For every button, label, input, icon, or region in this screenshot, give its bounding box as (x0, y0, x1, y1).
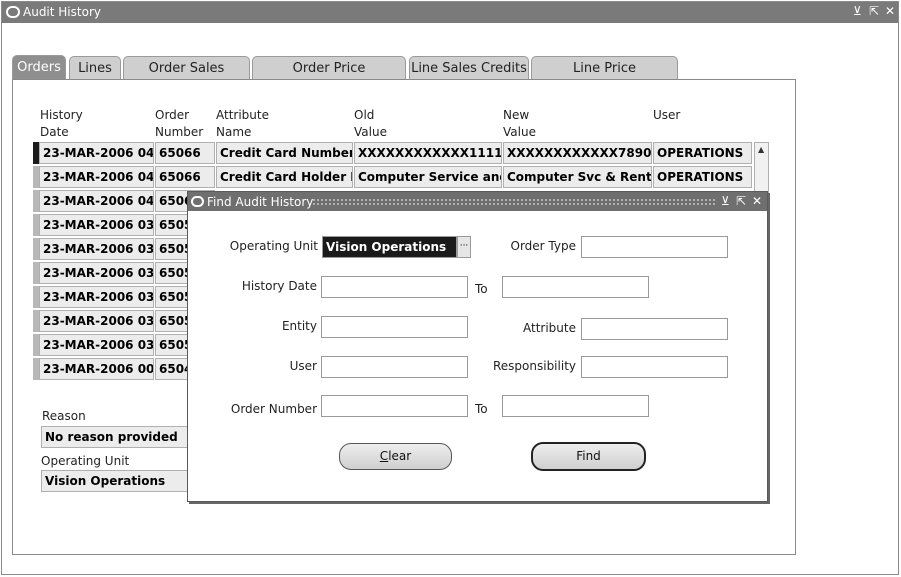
user-cell[interactable]: OPERATIONS (653, 142, 752, 164)
find-audit-history-dialog: Find Audit History ⊻ ⇱ ✕ Operating Unit … (187, 191, 768, 502)
history-date-cell[interactable]: 23-MAR-2006 04:2( (39, 142, 154, 164)
entity-field-label: Entity (281, 319, 317, 333)
col-header-history-date: History Date (40, 108, 83, 139)
attribute-field-label: Attribute (523, 321, 576, 335)
operating-unit-lov-button[interactable]: ··· (457, 236, 471, 258)
operating-unit-label: Operating Unit (41, 454, 130, 468)
attribute-name-cell[interactable]: Credit Card Holder N: (216, 166, 353, 188)
old-value-cell[interactable]: Computer Service and (354, 166, 502, 188)
history-date-to-field[interactable] (502, 276, 649, 298)
detail-area-divider (219, 502, 769, 504)
operating-unit-field-label: Operating Unit (229, 239, 318, 253)
col-header-attribute-name: Attribute Name (216, 108, 269, 139)
user-field[interactable] (321, 356, 468, 378)
responsibility-field-label: Responsibility (492, 359, 576, 373)
oracle-logo-icon (6, 6, 20, 18)
tab-line-price-adjustments[interactable]: Line Price Adjustments (531, 56, 678, 99)
col-header-order-number: Order Number (155, 108, 204, 139)
old-value-cell[interactable]: XXXXXXXXXXXX1111 (354, 142, 502, 164)
maximize-icon[interactable]: ⇱ (869, 4, 879, 18)
col-header-old-value: Old Value (354, 108, 387, 139)
history-date-cell[interactable]: 23-MAR-2006 03:4: (39, 262, 154, 284)
window-title: Audit History (23, 5, 101, 19)
dialog-title: Find Audit History (207, 195, 314, 209)
order-number-from-field[interactable] (321, 395, 468, 417)
find-button[interactable]: Find (531, 442, 646, 471)
tab-line-sales-credits[interactable]: Line Sales Credits (409, 56, 529, 80)
order-number-to-label: To (475, 402, 488, 416)
history-date-to-label: To (475, 282, 488, 296)
history-date-cell[interactable]: 23-MAR-2006 03:4 (39, 214, 154, 236)
window-titlebar[interactable]: Audit History ⊻ ⇱ ✕ (2, 2, 898, 23)
tab-lines[interactable]: Lines (69, 56, 121, 80)
history-date-from-field[interactable] (321, 276, 468, 298)
col-header-user: User (653, 108, 681, 122)
tab-order-price-adjustments[interactable]: Order Price Adjustments (252, 56, 406, 99)
history-date-cell[interactable]: 23-MAR-2006 04:2( (39, 190, 154, 212)
entity-field[interactable] (321, 316, 468, 338)
dialog-close-icon[interactable]: ✕ (752, 194, 762, 208)
attribute-name-cell[interactable]: Credit Card Number (216, 142, 353, 164)
responsibility-field[interactable] (581, 356, 728, 378)
titlebar-grip (312, 198, 717, 206)
scroll-up-arrow-icon[interactable]: ▲ (758, 145, 764, 154)
new-value-cell[interactable]: Computer Svc & Rental (503, 166, 652, 188)
col-header-new-value: New Value (503, 108, 536, 139)
oracle-logo-icon (191, 196, 204, 207)
user-field-label: User (289, 359, 317, 373)
user-cell[interactable]: OPERATIONS (653, 166, 752, 188)
history-date-cell[interactable]: 23-MAR-2006 03:4: (39, 310, 154, 332)
order-type-field[interactable] (581, 236, 728, 258)
history-date-field-label: History Date (241, 279, 317, 293)
minimize-icon[interactable]: ⊻ (853, 4, 862, 18)
history-date-cell[interactable]: 23-MAR-2006 00:4( (39, 358, 154, 380)
tab-order-sales-credits[interactable]: Order Sales Credits (123, 56, 250, 99)
dialog-minimize-icon[interactable]: ⊻ (721, 194, 730, 208)
order-number-cell[interactable]: 65066 (155, 166, 215, 188)
reason-label: Reason (42, 409, 86, 423)
order-type-field-label: Order Type (510, 239, 576, 253)
operating-unit-field[interactable]: Vision Operations (322, 236, 457, 258)
order-number-field-label: Order Number (230, 402, 317, 416)
operating-unit-value[interactable]: Vision Operations (41, 470, 191, 492)
order-number-cell[interactable]: 65066 (155, 142, 215, 164)
order-number-to-field[interactable] (502, 395, 649, 417)
tab-orders[interactable]: Orders (12, 55, 66, 80)
attribute-field[interactable] (581, 318, 728, 340)
history-date-cell[interactable]: 23-MAR-2006 03:4: (39, 286, 154, 308)
dialog-titlebar[interactable]: Find Audit History ⊻ ⇱ ✕ (188, 192, 767, 211)
history-date-cell[interactable]: 23-MAR-2006 04:2( (39, 166, 154, 188)
dialog-maximize-icon[interactable]: ⇱ (736, 194, 746, 208)
new-value-cell[interactable]: XXXXXXXXXXXX7890 (503, 142, 652, 164)
history-date-cell[interactable]: 23-MAR-2006 03:4: (39, 238, 154, 260)
reason-value[interactable]: No reason provided (41, 426, 191, 448)
close-icon[interactable]: ✕ (885, 4, 895, 18)
clear-button[interactable]: Clear (339, 443, 452, 470)
history-date-cell[interactable]: 23-MAR-2006 03:4: (39, 334, 154, 356)
